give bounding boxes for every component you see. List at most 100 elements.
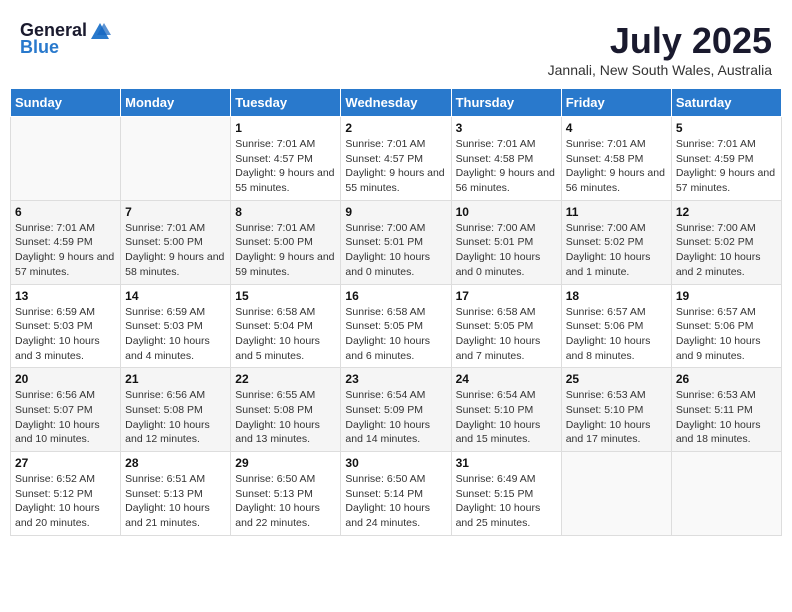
day-content: Sunrise: 7:01 AM Sunset: 4:59 PM Dayligh…	[676, 137, 777, 196]
day-content: Sunrise: 7:01 AM Sunset: 4:57 PM Dayligh…	[345, 137, 446, 196]
calendar-cell: 16 Sunrise: 6:58 AM Sunset: 5:05 PM Dayli…	[341, 284, 451, 368]
calendar-cell: 19Sunrise: 6:57 AM Sunset: 5:06 PM Dayli…	[671, 284, 781, 368]
day-number: 26	[676, 372, 777, 386]
calendar-cell: 18 Sunrise: 6:57 AM Sunset: 5:06 PM Dayli…	[561, 284, 671, 368]
day-content: Sunrise: 7:00 AM Sunset: 5:02 PM Dayligh…	[676, 221, 777, 280]
calendar-cell: 15 Sunrise: 6:58 AM Sunset: 5:04 PM Dayli…	[231, 284, 341, 368]
calendar-cell: 30 Sunrise: 6:50 AM Sunset: 5:14 PM Dayli…	[341, 452, 451, 536]
calendar-cell: 25 Sunrise: 6:53 AM Sunset: 5:10 PM Dayli…	[561, 368, 671, 452]
day-content: Sunrise: 6:54 AM Sunset: 5:09 PM Dayligh…	[345, 388, 446, 447]
calendar-cell: 12Sunrise: 7:00 AM Sunset: 5:02 PM Dayli…	[671, 200, 781, 284]
calendar-cell: 27 Sunrise: 6:52 AM Sunset: 5:12 PM Dayli…	[11, 452, 121, 536]
calendar-cell: 20 Sunrise: 6:56 AM Sunset: 5:07 PM Dayli…	[11, 368, 121, 452]
calendar-cell: 23 Sunrise: 6:54 AM Sunset: 5:09 PM Dayli…	[341, 368, 451, 452]
day-number: 8	[235, 205, 336, 219]
calendar-cell: 4 Sunrise: 7:01 AM Sunset: 4:58 PM Daylig…	[561, 117, 671, 201]
month-year-title: July 2025	[548, 20, 772, 62]
calendar-week-row: 20 Sunrise: 6:56 AM Sunset: 5:07 PM Dayli…	[11, 368, 782, 452]
weekday-header-sunday: Sunday	[11, 89, 121, 117]
day-content: Sunrise: 6:52 AM Sunset: 5:12 PM Dayligh…	[15, 472, 116, 531]
day-number: 28	[125, 456, 226, 470]
calendar-cell	[11, 117, 121, 201]
calendar-cell: 9 Sunrise: 7:00 AM Sunset: 5:01 PM Daylig…	[341, 200, 451, 284]
day-content: Sunrise: 6:53 AM Sunset: 5:10 PM Dayligh…	[566, 388, 667, 447]
calendar-cell: 6 Sunrise: 7:01 AM Sunset: 4:59 PM Daylig…	[11, 200, 121, 284]
day-number: 27	[15, 456, 116, 470]
weekday-header-friday: Friday	[561, 89, 671, 117]
location-text: Jannali, New South Wales, Australia	[548, 62, 772, 78]
calendar-cell: 1 Sunrise: 7:01 AM Sunset: 4:57 PM Daylig…	[231, 117, 341, 201]
weekday-header-tuesday: Tuesday	[231, 89, 341, 117]
day-content: Sunrise: 7:01 AM Sunset: 4:57 PM Dayligh…	[235, 137, 336, 196]
calendar-week-row: 27 Sunrise: 6:52 AM Sunset: 5:12 PM Dayli…	[11, 452, 782, 536]
weekday-header-wednesday: Wednesday	[341, 89, 451, 117]
day-number: 9	[345, 205, 446, 219]
calendar-week-row: 13 Sunrise: 6:59 AM Sunset: 5:03 PM Dayli…	[11, 284, 782, 368]
day-content: Sunrise: 6:58 AM Sunset: 5:05 PM Dayligh…	[345, 305, 446, 364]
calendar-cell: 10 Sunrise: 7:00 AM Sunset: 5:01 PM Dayli…	[451, 200, 561, 284]
day-number: 21	[125, 372, 226, 386]
page-header: General Blue July 2025 Jannali, New Sout…	[10, 10, 782, 83]
calendar-cell: 3Sunrise: 7:01 AM Sunset: 4:58 PM Daylig…	[451, 117, 561, 201]
day-content: Sunrise: 6:50 AM Sunset: 5:14 PM Dayligh…	[345, 472, 446, 531]
calendar-cell	[561, 452, 671, 536]
calendar-cell: 21Sunrise: 6:56 AM Sunset: 5:08 PM Dayli…	[121, 368, 231, 452]
day-number: 19	[676, 289, 777, 303]
day-number: 7	[125, 205, 226, 219]
day-content: Sunrise: 6:54 AM Sunset: 5:10 PM Dayligh…	[456, 388, 557, 447]
day-content: Sunrise: 7:00 AM Sunset: 5:01 PM Dayligh…	[456, 221, 557, 280]
calendar-table: SundayMondayTuesdayWednesdayThursdayFrid…	[10, 88, 782, 536]
calendar-week-row: 1 Sunrise: 7:01 AM Sunset: 4:57 PM Daylig…	[11, 117, 782, 201]
logo: General Blue	[20, 20, 111, 58]
day-content: Sunrise: 7:00 AM Sunset: 5:02 PM Dayligh…	[566, 221, 667, 280]
calendar-cell: 5 Sunrise: 7:01 AM Sunset: 4:59 PM Daylig…	[671, 117, 781, 201]
day-number: 31	[456, 456, 557, 470]
calendar-cell: 29Sunrise: 6:50 AM Sunset: 5:13 PM Dayli…	[231, 452, 341, 536]
calendar-cell: 22Sunrise: 6:55 AM Sunset: 5:08 PM Dayli…	[231, 368, 341, 452]
day-content: Sunrise: 7:01 AM Sunset: 5:00 PM Dayligh…	[125, 221, 226, 280]
calendar-cell: 14 Sunrise: 6:59 AM Sunset: 5:03 PM Dayli…	[121, 284, 231, 368]
calendar-cell: 2Sunrise: 7:01 AM Sunset: 4:57 PM Daylig…	[341, 117, 451, 201]
day-content: Sunrise: 7:01 AM Sunset: 4:58 PM Dayligh…	[566, 137, 667, 196]
day-number: 17	[456, 289, 557, 303]
weekday-header-thursday: Thursday	[451, 89, 561, 117]
day-number: 1	[235, 121, 336, 135]
day-number: 14	[125, 289, 226, 303]
day-number: 13	[15, 289, 116, 303]
calendar-cell: 26 Sunrise: 6:53 AM Sunset: 5:11 PM Dayli…	[671, 368, 781, 452]
day-number: 5	[676, 121, 777, 135]
day-number: 16	[345, 289, 446, 303]
logo-blue-text: Blue	[20, 37, 59, 58]
day-content: Sunrise: 6:51 AM Sunset: 5:13 PM Dayligh…	[125, 472, 226, 531]
calendar-cell: 17Sunrise: 6:58 AM Sunset: 5:05 PM Dayli…	[451, 284, 561, 368]
day-content: Sunrise: 7:00 AM Sunset: 5:01 PM Dayligh…	[345, 221, 446, 280]
weekday-header-saturday: Saturday	[671, 89, 781, 117]
day-number: 10	[456, 205, 557, 219]
calendar-cell: 24Sunrise: 6:54 AM Sunset: 5:10 PM Dayli…	[451, 368, 561, 452]
day-content: Sunrise: 6:56 AM Sunset: 5:07 PM Dayligh…	[15, 388, 116, 447]
logo-icon	[89, 21, 111, 41]
day-content: Sunrise: 7:01 AM Sunset: 4:59 PM Dayligh…	[15, 221, 116, 280]
day-number: 30	[345, 456, 446, 470]
day-number: 4	[566, 121, 667, 135]
calendar-week-row: 6 Sunrise: 7:01 AM Sunset: 4:59 PM Daylig…	[11, 200, 782, 284]
day-number: 25	[566, 372, 667, 386]
day-number: 18	[566, 289, 667, 303]
day-content: Sunrise: 6:49 AM Sunset: 5:15 PM Dayligh…	[456, 472, 557, 531]
day-number: 20	[15, 372, 116, 386]
day-number: 23	[345, 372, 446, 386]
title-block: July 2025 Jannali, New South Wales, Aust…	[548, 20, 772, 78]
day-number: 22	[235, 372, 336, 386]
weekday-header-row: SundayMondayTuesdayWednesdayThursdayFrid…	[11, 89, 782, 117]
day-content: Sunrise: 6:57 AM Sunset: 5:06 PM Dayligh…	[566, 305, 667, 364]
day-content: Sunrise: 6:59 AM Sunset: 5:03 PM Dayligh…	[125, 305, 226, 364]
day-content: Sunrise: 6:58 AM Sunset: 5:04 PM Dayligh…	[235, 305, 336, 364]
day-content: Sunrise: 6:59 AM Sunset: 5:03 PM Dayligh…	[15, 305, 116, 364]
day-number: 6	[15, 205, 116, 219]
day-content: Sunrise: 6:53 AM Sunset: 5:11 PM Dayligh…	[676, 388, 777, 447]
calendar-cell: 11Sunrise: 7:00 AM Sunset: 5:02 PM Dayli…	[561, 200, 671, 284]
calendar-cell: 8Sunrise: 7:01 AM Sunset: 5:00 PM Daylig…	[231, 200, 341, 284]
day-number: 15	[235, 289, 336, 303]
day-content: Sunrise: 7:01 AM Sunset: 4:58 PM Dayligh…	[456, 137, 557, 196]
calendar-cell: 7 Sunrise: 7:01 AM Sunset: 5:00 PM Daylig…	[121, 200, 231, 284]
